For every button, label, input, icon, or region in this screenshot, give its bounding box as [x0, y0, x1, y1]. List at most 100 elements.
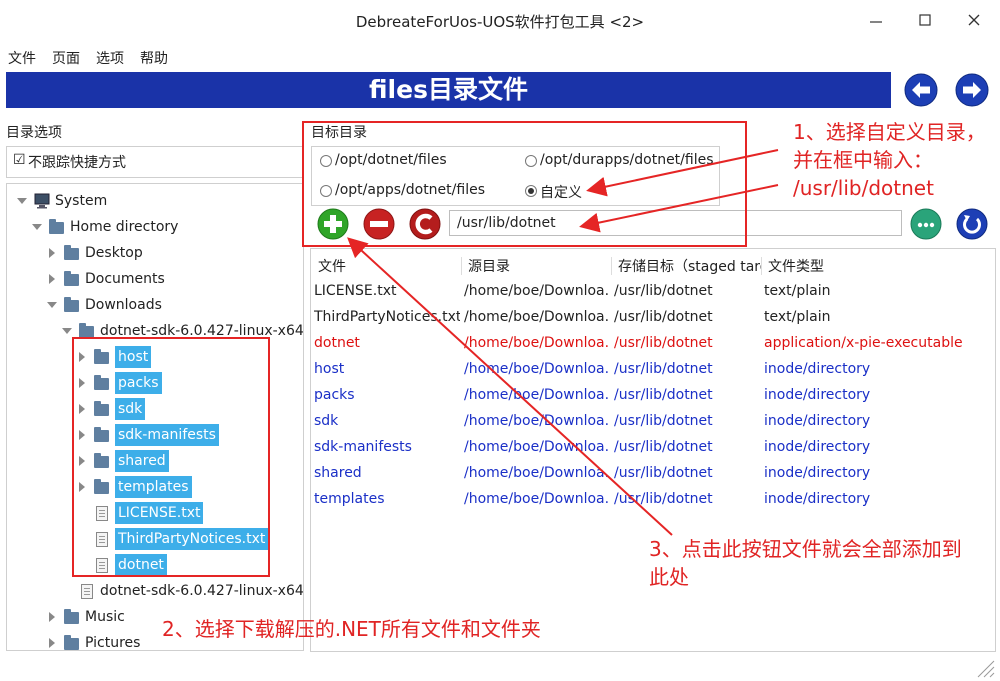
maximize-button[interactable] [912, 8, 938, 34]
file-list-table[interactable]: 文件 源目录 存储目标（staged target） 文件类型 LICENSE.… [310, 248, 996, 652]
browse-button[interactable] [910, 208, 942, 240]
table-cell[interactable]: /usr/lib/dotnet [614, 387, 760, 403]
table-cell[interactable]: /home/boe/Downloa... [464, 361, 608, 377]
table-cell[interactable]: /home/boe/Downloa... [464, 413, 608, 429]
table-cell[interactable]: inode/directory [764, 465, 992, 481]
table-cell[interactable]: /usr/lib/dotnet [614, 283, 760, 299]
refresh-icon [956, 208, 988, 240]
expand-arrow-down-icon[interactable] [47, 302, 57, 308]
annotation-1-line3: /usr/lib/dotnet [793, 176, 934, 200]
next-page-button[interactable] [955, 73, 989, 107]
column-header-file[interactable]: 文件 [318, 256, 458, 276]
table-cell[interactable]: sdk-manifests [314, 439, 460, 455]
annotation-box-target [302, 121, 747, 247]
folder-icon [64, 245, 79, 260]
table-cell[interactable]: /home/boe/Downloa... [464, 309, 608, 325]
table-cell[interactable]: application/x-pie-executable [764, 335, 992, 351]
folder-icon [64, 635, 79, 650]
expand-arrow-right-icon[interactable] [49, 274, 55, 284]
annotation-2: 2、选择下载解压的.NET所有文件和文件夹 [162, 617, 541, 641]
tree-item-label: Desktop [85, 245, 143, 261]
tree-item-label: dotnet-sdk-6.0.427-linux-x64.tar. [100, 583, 304, 599]
folder-icon [64, 297, 79, 312]
table-cell[interactable]: inode/directory [764, 413, 992, 429]
column-separator [611, 257, 612, 275]
refresh-button[interactable] [956, 208, 988, 240]
table-cell[interactable]: text/plain [764, 309, 992, 325]
table-cell[interactable]: text/plain [764, 283, 992, 299]
table-cell[interactable]: /home/boe/Downloa... [464, 335, 608, 351]
minimize-button[interactable] [863, 8, 889, 34]
annotation-box-selection [72, 337, 270, 577]
tree-item-label: System [55, 193, 108, 209]
tree-item-label: Music [85, 609, 125, 625]
expand-arrow-right-icon[interactable] [49, 612, 55, 622]
table-cell[interactable]: LICENSE.txt [314, 283, 460, 299]
column-header-target[interactable]: 存储目标（staged target） [618, 256, 761, 276]
table-cell[interactable]: packs [314, 387, 460, 403]
nofollow-checkbox[interactable]: ☑ [13, 152, 26, 168]
table-cell[interactable]: /usr/lib/dotnet [614, 361, 760, 377]
tree-item-label: Documents [85, 271, 165, 287]
folder-icon [49, 219, 64, 234]
annotation-3-line2: 此处 [649, 565, 689, 589]
arrow-right-icon [955, 73, 989, 107]
annotation-1-line1: 1、选择自定义目录， [793, 120, 986, 144]
table-cell[interactable]: inode/directory [764, 387, 992, 403]
table-cell[interactable]: dotnet [314, 335, 460, 351]
window-title: DebreateForUos-UOS软件打包工具 <2> [355, 13, 645, 31]
table-cell[interactable]: templates [314, 491, 460, 507]
menu-page[interactable]: 页面 [52, 48, 80, 68]
nofollow-label: 不跟踪快捷方式 [28, 155, 126, 171]
table-cell[interactable]: /usr/lib/dotnet [614, 465, 760, 481]
previous-page-button[interactable] [904, 73, 938, 107]
column-separator [461, 257, 462, 275]
table-cell[interactable]: sdk [314, 413, 460, 429]
table-cell[interactable]: /home/boe/Downloa... [464, 465, 608, 481]
file-icon [81, 584, 93, 599]
tree-item-label: Downloads [85, 297, 162, 313]
table-cell[interactable]: /usr/lib/dotnet [614, 413, 760, 429]
expand-arrow-down-icon[interactable] [62, 328, 72, 334]
table-cell[interactable]: /usr/lib/dotnet [614, 439, 760, 455]
expand-arrow-right-icon[interactable] [49, 638, 55, 648]
menu-help[interactable]: 帮助 [140, 48, 168, 68]
table-cell[interactable]: inode/directory [764, 439, 992, 455]
table-cell[interactable]: /home/boe/Downloa... [464, 491, 608, 507]
close-icon [968, 14, 980, 26]
page-title: files目录文件 [369, 75, 528, 104]
expand-arrow-down-icon[interactable] [32, 224, 42, 230]
column-separator [761, 257, 762, 275]
table-cell[interactable]: /usr/lib/dotnet [614, 309, 760, 325]
table-cell[interactable]: /home/boe/Downloa... [464, 283, 608, 299]
folder-icon [64, 271, 79, 286]
annotation-3-line1: 3、点击此按钮文件就会全部添加到 [649, 537, 962, 561]
expand-arrow-right-icon[interactable] [49, 248, 55, 258]
tree-item-label: Pictures [85, 635, 141, 651]
table-cell[interactable]: shared [314, 465, 460, 481]
close-button[interactable] [961, 8, 987, 34]
arrow-left-icon [904, 73, 938, 107]
annotation-1-line2: 并在框中输入： [793, 148, 933, 172]
ellipsis-icon [910, 208, 942, 240]
directory-options-label: 目录选项 [6, 125, 62, 141]
minimize-icon [870, 21, 882, 23]
folder-icon [64, 609, 79, 624]
tree-item-label: Home directory [70, 219, 179, 235]
table-cell[interactable]: /home/boe/Downloa... [464, 387, 608, 403]
table-cell[interactable]: /home/boe/Downloa... [464, 439, 608, 455]
resize-grip-icon[interactable] [974, 658, 996, 678]
column-header-type[interactable]: 文件类型 [768, 256, 968, 276]
table-cell[interactable]: inode/directory [764, 491, 992, 507]
table-cell[interactable]: host [314, 361, 460, 377]
menu-options[interactable]: 选项 [96, 48, 124, 68]
table-cell[interactable]: /usr/lib/dotnet [614, 491, 760, 507]
table-cell[interactable]: ThirdPartyNotices.txt [314, 309, 460, 325]
computer-icon [33, 193, 51, 216]
expand-arrow-down-icon[interactable] [17, 198, 27, 204]
table-cell[interactable]: /usr/lib/dotnet [614, 335, 760, 351]
table-cell[interactable]: inode/directory [764, 361, 992, 377]
maximize-icon [919, 14, 931, 26]
menu-file[interactable]: 文件 [8, 48, 36, 68]
column-header-source[interactable]: 源目录 [468, 256, 608, 276]
